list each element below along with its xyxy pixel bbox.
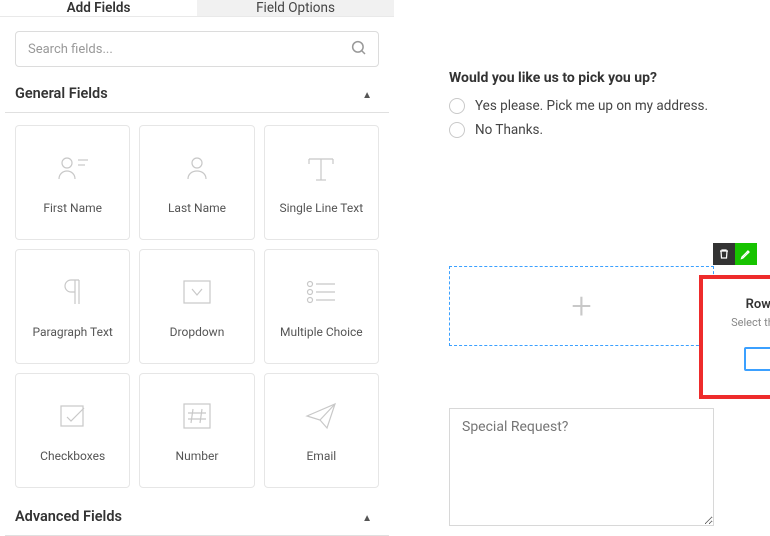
field-label: Number <box>176 449 219 463</box>
field-checkboxes[interactable]: Checkboxes <box>15 373 130 488</box>
row-drop-zone[interactable]: + Row Settings Select the type of row <box>449 266 714 346</box>
dropdown-icon <box>182 275 212 309</box>
radio-list-icon <box>305 275 337 309</box>
field-last-name[interactable]: Last Name <box>139 125 254 240</box>
special-request-textarea[interactable] <box>449 408 714 526</box>
section-title-advanced: Advanced Fields <box>5 504 132 533</box>
field-first-name[interactable]: First Name <box>15 125 130 240</box>
field-label: Dropdown <box>170 325 225 339</box>
paragraph-icon <box>61 275 85 309</box>
field-label: Single Line Text <box>280 201 364 215</box>
field-label: Checkboxes <box>40 449 105 463</box>
row-type-single[interactable] <box>744 347 770 371</box>
question-label: Would you like us to pick you up? <box>449 70 770 86</box>
row-settings-popover: Row Settings Select the type of row <box>699 275 770 399</box>
field-number[interactable]: Number <box>139 373 254 488</box>
radio-icon <box>449 122 465 138</box>
fields-grid: First Name Last Name Single Line Text Pa… <box>0 113 394 498</box>
field-label: Last Name <box>168 201 226 215</box>
radio-option-yes[interactable]: Yes please. Pick me up on my address. <box>449 98 770 114</box>
special-request-wrap <box>449 408 714 530</box>
plus-icon: + <box>571 288 591 324</box>
field-dropdown[interactable]: Dropdown <box>139 249 254 364</box>
popover-subtitle: Select the type of row <box>715 316 770 329</box>
field-label: Multiple Choice <box>280 325 363 339</box>
person-icon <box>183 151 211 185</box>
search-input[interactable] <box>15 31 379 67</box>
tab-add-fields[interactable]: Add Fields <box>0 0 197 16</box>
radio-icon <box>449 98 465 114</box>
field-single-line-text[interactable]: Single Line Text <box>264 125 379 240</box>
popover-title: Row Settings <box>715 297 770 312</box>
left-panel: Add Fields Field Options General Fields … <box>0 0 394 534</box>
field-label: Email <box>306 449 336 463</box>
field-email[interactable]: Email <box>264 373 379 488</box>
edit-row-button[interactable] <box>735 243 757 265</box>
collapse-icon: ▲ <box>362 90 374 101</box>
tab-field-options[interactable]: Field Options <box>197 0 394 16</box>
form-area: Would you like us to pick you up? Yes pl… <box>449 0 770 530</box>
radio-label: No Thanks. <box>475 122 543 138</box>
tabs: Add Fields Field Options <box>0 0 394 17</box>
text-icon <box>305 151 337 185</box>
delete-row-button[interactable] <box>713 243 735 265</box>
right-panel: Would you like us to pick you up? Yes pl… <box>394 0 770 534</box>
paper-plane-icon <box>305 399 337 433</box>
row-type-choices <box>715 347 770 371</box>
field-paragraph-text[interactable]: Paragraph Text <box>15 249 130 364</box>
checkbox-icon <box>58 399 88 433</box>
collapse-icon: ▲ <box>362 513 374 524</box>
radio-option-no[interactable]: No Thanks. <box>449 122 770 138</box>
search-icon <box>350 39 368 57</box>
field-label: First Name <box>43 201 102 215</box>
search-row <box>0 17 394 75</box>
section-advanced-fields[interactable]: Advanced Fields ▲ <box>5 498 389 536</box>
section-general-fields[interactable]: General Fields ▲ <box>5 75 389 113</box>
section-title-general: General Fields <box>5 81 118 110</box>
radio-label: Yes please. Pick me up on my address. <box>475 98 708 114</box>
trash-icon <box>718 248 730 260</box>
pencil-icon <box>740 248 752 260</box>
hash-icon <box>182 399 212 433</box>
field-label: Paragraph Text <box>32 325 112 339</box>
row-actions <box>713 243 757 265</box>
person-card-icon <box>56 151 90 185</box>
field-multiple-choice[interactable]: Multiple Choice <box>264 249 379 364</box>
